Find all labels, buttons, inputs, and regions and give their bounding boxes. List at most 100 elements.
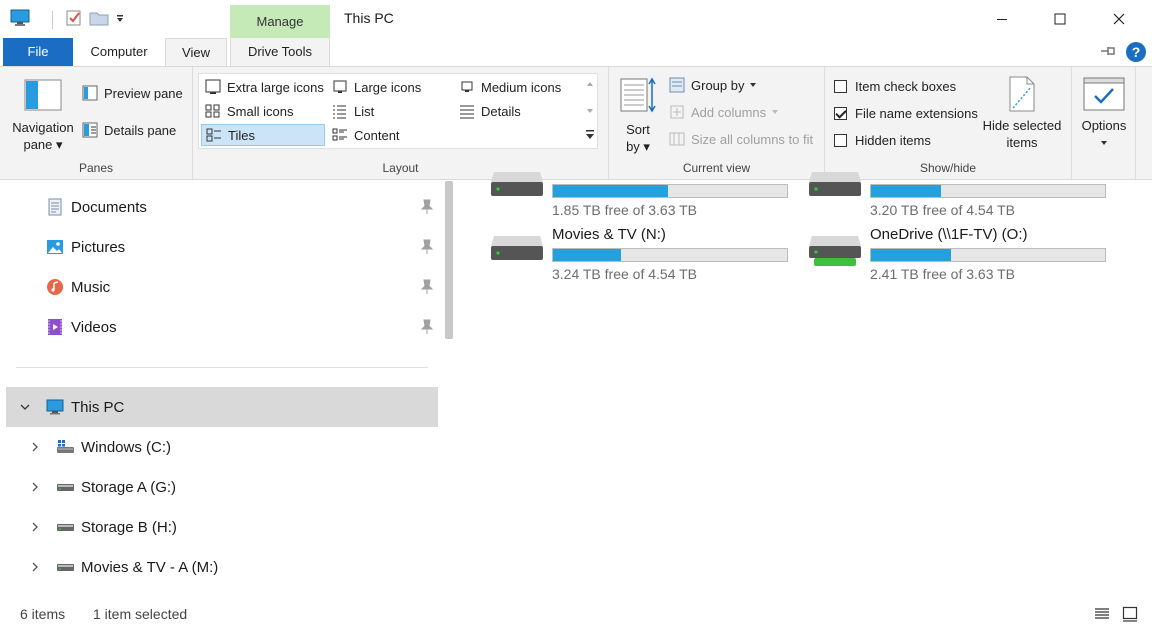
drive-usage-bar [552,184,788,198]
add-columns-icon [670,105,684,119]
drive-usage-fill [871,249,951,261]
minimize-button[interactable] [973,0,1031,38]
hard-drive-icon [491,236,543,260]
checkbox-box [834,107,847,120]
chevron-right-icon[interactable] [30,482,40,492]
layout-large-icons[interactable]: Large icons [328,76,452,98]
navigation-pane-icon [24,79,62,111]
chevron-right-icon[interactable] [30,562,40,572]
pin-icon[interactable] [420,319,434,335]
chevron-right-icon[interactable] [30,522,40,532]
nav-item-label: Storage B (H:) [81,518,177,536]
drive-tile[interactable]: 3.20 TB free of 4.54 TB [808,162,1108,222]
layout-gallery: Extra large icons Large icons Medium ico… [198,73,598,149]
close-icon [1113,13,1125,25]
nav-item-label: Storage A (G:) [81,478,177,496]
chevron-down-icon [772,110,779,114]
hard-drive-icon [57,524,74,531]
sort-by-button[interactable]: Sort by ▾ [617,75,659,155]
nav-item-drive-g[interactable]: Storage A (G:) [0,467,438,507]
nav-item-label: This PC [71,398,125,416]
layout-tiles[interactable]: Tiles [201,124,325,146]
navigation-pane-button[interactable]: Navigation pane ▾ [8,79,78,153]
pin-icon[interactable] [420,279,434,295]
maximize-button[interactable] [1031,0,1089,38]
size-all-columns-button[interactable]: Size all columns to fit [669,131,813,147]
pin-ribbon-icon[interactable] [1100,44,1118,61]
drive-free-space: 2.41 TB free of 3.63 TB [870,266,1016,282]
close-button[interactable] [1090,0,1148,38]
details-view-icon [1095,608,1109,619]
hidden-items-label: Hidden items [855,133,931,148]
quick-access-toolbar [10,9,125,30]
nav-item-drive-c[interactable]: Windows (C:) [0,427,438,467]
drive-free-space: 3.24 TB free of 4.54 TB [552,266,698,282]
panes-group-label: Panes [78,161,114,175]
nav-divider [16,367,428,368]
nav-item-drive-h[interactable]: Storage B (H:) [0,507,438,547]
nav-pane-scrollbar[interactable] [445,181,453,339]
layout-small-icons[interactable]: Small icons [201,100,325,122]
nav-item-drive-m[interactable]: Movies & TV - A (M:) [0,547,438,587]
properties-icon[interactable] [65,9,83,30]
pin-icon[interactable] [420,239,434,255]
toolbar-separator [52,10,53,29]
drive-tile-n[interactable]: Movies & TV (N:) 3.24 TB free of 4.54 TB [490,226,790,286]
nav-item-pictures[interactable]: Pictures [0,227,438,267]
pin-icon[interactable] [420,199,434,215]
hard-drive-icon [491,172,543,196]
item-check-boxes-checkbox[interactable]: Item check boxes [834,79,956,94]
layout-item-label: Tiles [228,127,255,143]
maximize-icon [1054,13,1066,25]
manage-contextual-tab[interactable]: Manage [230,5,330,38]
drive-tile-o[interactable]: OneDrive (\\1F-TV) (O:) 2.41 TB free of … [808,226,1108,286]
details-pane-label: Details pane [104,122,177,138]
layout-list[interactable]: List [328,100,452,122]
tab-computer[interactable]: Computer [73,38,165,66]
nav-item-label: Videos [71,318,117,336]
nav-item-this-pc[interactable]: This PC [6,387,438,427]
customize-toolbar-dropdown-icon[interactable] [115,12,125,27]
large-icons-view-icon [1122,606,1138,622]
computer-icon[interactable] [10,9,30,30]
chevron-right-icon[interactable] [30,442,40,452]
options-icon [1083,77,1125,111]
help-icon[interactable]: ? [1126,42,1146,62]
hard-drive-icon [57,564,74,571]
large-icons-view-button[interactable] [1122,606,1138,625]
file-name-extensions-checkbox[interactable]: File name extensions [834,106,978,121]
tab-file[interactable]: File [3,38,73,66]
options-button[interactable]: Options [1074,77,1134,151]
extra-large-icons-icon [205,79,221,94]
drive-usage-bar [870,248,1106,262]
layout-item-label: Large icons [354,79,422,95]
group-by-button[interactable]: Group by [669,77,758,93]
drive-usage-fill [871,185,942,197]
layout-extra-large-icons[interactable]: Extra large icons [201,76,325,98]
nav-item-videos[interactable]: Videos [0,307,438,347]
new-folder-icon[interactable] [89,10,109,29]
window-title: This PC [344,10,394,26]
layout-gallery-scroll[interactable] [582,73,598,149]
drive-tile[interactable]: 1.85 TB free of 3.63 TB [490,162,790,222]
add-columns-button[interactable]: Add columns [669,104,780,120]
layout-item-label: Details [481,103,521,119]
layout-medium-icons[interactable]: Medium icons [455,76,579,98]
minimize-icon [997,19,1007,20]
layout-item-label: Medium icons [481,79,562,95]
chevron-down-icon[interactable] [20,402,30,412]
list-icon [333,105,346,119]
layout-content[interactable]: Content [328,124,452,146]
hidden-items-checkbox[interactable]: Hidden items [834,133,931,148]
tab-drive-tools[interactable]: Drive Tools [230,38,330,66]
this-pc-icon [46,399,64,415]
hide-selected-items-button[interactable]: Hide selected items [979,75,1065,151]
details-pane-button[interactable]: Details pane [82,122,176,138]
preview-pane-button[interactable]: Preview pane [82,85,183,101]
nav-item-music[interactable]: Music [0,267,438,307]
tab-view[interactable]: View [165,38,227,66]
nav-item-documents[interactable]: Documents [0,187,438,227]
documents-icon [48,198,62,216]
details-view-button[interactable] [1094,606,1110,625]
layout-details[interactable]: Details [455,100,579,122]
